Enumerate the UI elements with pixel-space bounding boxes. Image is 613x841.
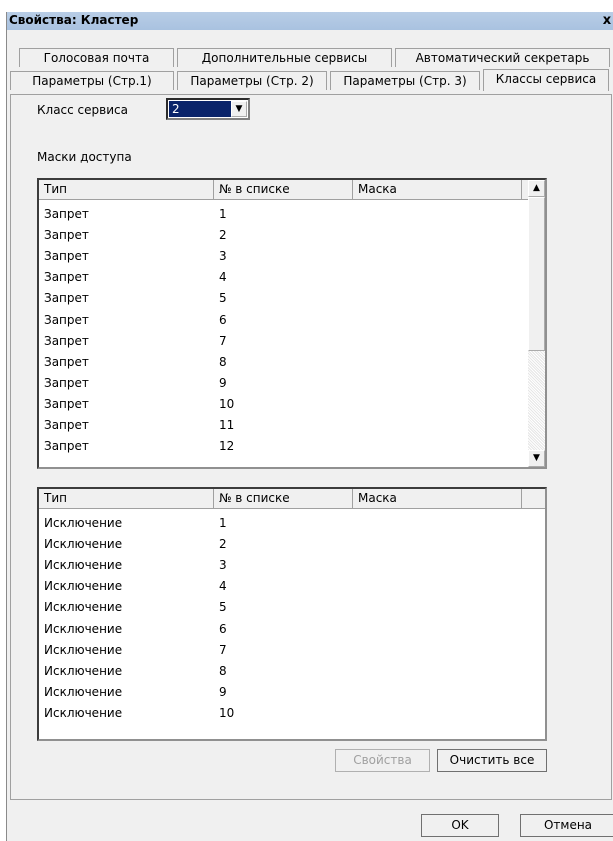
cancel-button[interactable]: Отмена [520,814,613,837]
table-row[interactable]: Исключение 6 [39,618,545,640]
column-header-type[interactable]: Тип [39,489,214,508]
table-row[interactable]: Исключение 1 [39,512,545,534]
clear-all-button[interactable]: Очистить все [437,749,547,772]
cell-type: Запрет [44,312,89,327]
cell-number: 9 [219,375,227,390]
tab-parameters-3[interactable]: Параметры (Стр. 3) [330,71,480,90]
cell-number: 9 [219,684,227,699]
cell-number: 7 [219,642,227,657]
table-row[interactable]: Запрет 1 [39,203,545,225]
service-class-select[interactable]: 2 ▼ [166,98,250,120]
close-icon[interactable]: x [600,12,613,30]
column-header-number[interactable]: № в списке [214,489,353,508]
cell-number: 11 [219,418,235,432]
scroll-up-icon[interactable]: ▲ [528,180,545,197]
cell-number: 2 [219,537,227,552]
cell-type: Исключение [44,621,123,636]
cell-type: Запрет [44,270,89,285]
cell-number: 8 [219,663,227,678]
table-row[interactable]: Запрет 7 [39,330,545,352]
table-row[interactable]: Запрет 6 [39,309,545,331]
cell-type: Запрет [44,291,89,306]
column-header-type[interactable]: Тип [39,180,214,199]
cell-number: 6 [219,312,227,327]
cell-number: 2 [219,228,227,243]
service-class-label: Класс сервиса [37,103,128,117]
ok-button[interactable]: OK [421,814,499,837]
table-row[interactable]: Запрет 3 [39,245,545,267]
cell-number: 6 [219,621,227,636]
tab-parameters-1[interactable]: Параметры (Стр.1) [10,71,174,90]
cell-type: Запрет [44,333,89,348]
chevron-down-icon[interactable]: ▼ [231,101,247,117]
cell-type: Запрет [44,354,89,369]
cell-type: Исключение [44,579,123,594]
table-row[interactable]: Исключение 8 [39,660,545,682]
vertical-scrollbar[interactable]: ▲ ▼ [528,180,545,467]
column-header-number[interactable]: № в списке [214,180,353,199]
table-row[interactable]: Запрет 11 [39,414,545,436]
cell-type: Запрет [44,439,89,454]
exception-list-header: Тип № в списке Маска [39,489,545,509]
tab-parameters-2[interactable]: Параметры (Стр. 2) [177,71,327,90]
table-row[interactable]: Запрет 10 [39,393,545,415]
cell-number: 5 [219,600,227,615]
tab-additional-services[interactable]: Дополнительные сервисы [177,48,392,67]
cell-number: 10 [219,396,235,411]
table-row[interactable]: Исключение 9 [39,681,545,703]
table-row[interactable]: Запрет 5 [39,287,545,309]
table-row[interactable]: Исключение 5 [39,596,545,618]
deny-list-header: Тип № в списке Маска [39,180,545,200]
cell-type: Запрет [44,228,89,243]
service-class-value: 2 [169,101,234,117]
exception-list[interactable]: Тип № в списке Маска Исключение 1 Исключен… [37,487,547,741]
scroll-down-icon[interactable]: ▼ [528,450,545,467]
title-bar[interactable]: Свойства: Кластер x [7,12,613,30]
cell-number: 1 [219,516,227,530]
table-row[interactable]: Исключение 4 [39,575,545,597]
cell-type: Запрет [44,249,89,264]
cell-type: Исключение [44,537,123,552]
cell-type: Исключение [44,663,123,678]
cell-number: 4 [219,579,227,594]
cell-number: 12 [219,439,235,454]
cell-number: 3 [219,558,227,573]
cell-type: Запрет [44,207,89,221]
cell-number: 3 [219,249,227,264]
cell-type: Исключение [44,558,123,573]
cell-type: Исключение [44,516,123,530]
tab-auto-attendant[interactable]: Автоматический секретарь [395,48,610,67]
column-header-mask[interactable]: Маска [353,180,522,199]
cell-number: 7 [219,333,227,348]
cell-type: Запрет [44,418,89,432]
properties-button[interactable]: Свойства [335,749,430,772]
cell-type: Исключение [44,684,123,699]
cell-type: Исключение [44,642,123,657]
cell-number: 4 [219,270,227,285]
deny-list[interactable]: Тип № в списке Маска Запрет 1 Запрет 2 Запре… [37,178,547,469]
cell-number: 5 [219,291,227,306]
cell-number: 1 [219,207,227,221]
column-header-mask[interactable]: Маска [353,489,522,508]
cell-number: 8 [219,354,227,369]
access-masks-label: Маски доступа [37,150,132,164]
cell-type: Запрет [44,396,89,411]
table-row[interactable]: Запрет 2 [39,224,545,246]
table-row[interactable]: Запрет 12 [39,435,545,457]
tab-voicemail[interactable]: Голосовая почта [19,48,174,67]
table-row[interactable]: Исключение 10 [39,702,545,724]
table-row[interactable]: Запрет 9 [39,372,545,394]
table-row[interactable]: Запрет 8 [39,351,545,373]
table-row[interactable]: Исключение 2 [39,533,545,555]
cell-type: Исключение [44,600,123,615]
cell-type: Запрет [44,375,89,390]
cell-number: 10 [219,705,235,720]
table-row[interactable]: Исключение 3 [39,554,545,576]
scroll-thumb[interactable] [528,197,545,351]
table-row[interactable]: Запрет 4 [39,266,545,288]
window-title: Свойства: Кластер [9,13,139,27]
cell-type: Исключение [44,705,123,720]
table-row[interactable]: Исключение 7 [39,639,545,661]
tab-service-classes[interactable]: Классы сервиса [483,69,609,91]
